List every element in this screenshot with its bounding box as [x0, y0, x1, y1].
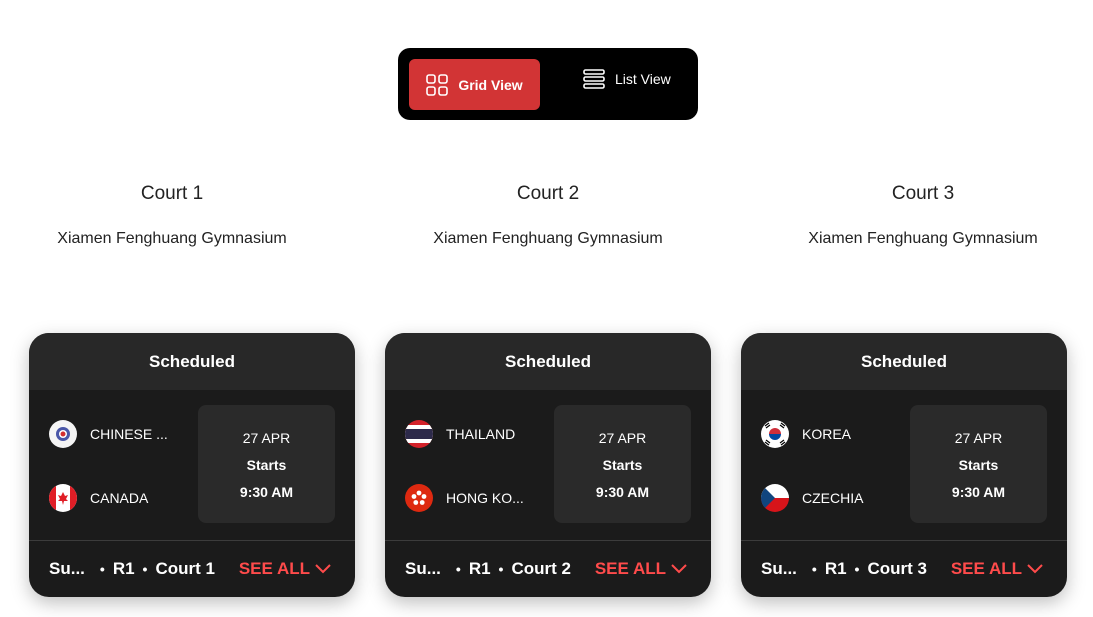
court-venue: Xiamen Fenghuang Gymnasium — [808, 230, 1038, 247]
court-venue: Xiamen Fenghuang Gymnasium — [57, 230, 287, 247]
court-label: Court 3 — [867, 559, 927, 578]
match-card[interactable]: Scheduled CHINESE ... CANADA 27 APR Star… — [29, 333, 355, 597]
korea-flag-icon — [761, 420, 789, 448]
match-card[interactable]: Scheduled KOREA CZECHIA 27 APR Starts 9:… — [741, 333, 1067, 597]
separator-dot: • — [99, 561, 105, 577]
team-row: CANADA — [49, 484, 148, 512]
team-row: THAILAND — [405, 420, 515, 448]
starts-label: Starts — [958, 457, 999, 473]
session-label: Su... — [49, 559, 85, 578]
grid-view-label: Grid View — [458, 76, 523, 93]
grid-view-button[interactable]: Grid View — [409, 59, 540, 110]
divider — [29, 540, 355, 541]
match-time: 9:30 AM — [595, 484, 650, 500]
match-date: 27 APR — [954, 430, 1003, 446]
match-date: 27 APR — [242, 430, 291, 446]
team-name: CANADA — [90, 490, 149, 506]
session-label: Su... — [761, 559, 797, 578]
court-label: Court 2 — [511, 559, 571, 578]
starts-label: Starts — [602, 457, 643, 473]
round-label: R1 — [824, 559, 847, 578]
divider — [741, 540, 1067, 541]
court-title: Court 2 — [516, 183, 580, 204]
match-time: 9:30 AM — [951, 484, 1006, 500]
card-footer: Su... • R1 • Court 1 — [49, 559, 215, 579]
court-title: Court 1 — [140, 183, 204, 204]
list-view-button[interactable]: List View — [583, 66, 671, 92]
match-card[interactable]: Scheduled THAILAND HONG KO... 27 APR Sta… — [385, 333, 711, 597]
match-time-box: 27 APR Starts 9:30 AM — [198, 405, 335, 523]
match-time: 9:30 AM — [239, 484, 294, 500]
session-label: Su... — [405, 559, 441, 578]
card-footer: Su... • R1 • Court 2 — [405, 559, 571, 579]
court-title: Court 3 — [891, 183, 955, 204]
hong-kong-flag-icon — [405, 484, 433, 512]
team-name: CHINESE ... — [90, 426, 168, 442]
match-date: 27 APR — [598, 430, 647, 446]
court-venue: Xiamen Fenghuang Gymnasium — [433, 230, 663, 247]
see-all-label: SEE ALL — [238, 559, 310, 578]
chevron-down-icon — [671, 564, 687, 574]
match-status: Scheduled — [29, 333, 355, 390]
round-label: R1 — [112, 559, 135, 578]
view-toggle: Grid View List View — [398, 48, 698, 120]
team-row: KOREA — [761, 420, 851, 448]
separator-dot: • — [811, 561, 817, 577]
list-view-label: List View — [615, 71, 671, 87]
divider — [385, 540, 711, 541]
chevron-down-icon — [315, 564, 331, 574]
starts-label: Starts — [246, 457, 287, 473]
list-icon — [583, 69, 605, 89]
team-name: CZECHIA — [802, 490, 864, 506]
czechia-flag-icon — [761, 484, 789, 512]
team-row: HONG KO... — [405, 484, 524, 512]
team-row: CZECHIA — [761, 484, 863, 512]
grid-icon — [426, 73, 449, 96]
match-status: Scheduled — [741, 333, 1067, 390]
team-row: CHINESE ... — [49, 420, 168, 448]
court-label: Court 1 — [155, 559, 215, 578]
see-all-label: SEE ALL — [950, 559, 1022, 578]
card-footer: Su... • R1 • Court 3 — [761, 559, 927, 579]
chevron-down-icon — [1027, 564, 1043, 574]
round-label: R1 — [468, 559, 491, 578]
chinese-taipei-flag-icon — [49, 420, 77, 448]
separator-dot: • — [142, 561, 148, 577]
see-all-label: SEE ALL — [594, 559, 666, 578]
thailand-flag-icon — [405, 420, 433, 448]
team-name: HONG KO... — [446, 490, 524, 506]
team-name: KOREA — [802, 426, 852, 442]
canada-flag-icon — [49, 484, 77, 512]
see-all-button[interactable]: SEE ALL — [951, 559, 1043, 579]
see-all-button[interactable]: SEE ALL — [239, 559, 331, 579]
match-time-box: 27 APR Starts 9:30 AM — [910, 405, 1047, 523]
team-name: THAILAND — [446, 426, 516, 442]
see-all-button[interactable]: SEE ALL — [595, 559, 687, 579]
match-time-box: 27 APR Starts 9:30 AM — [554, 405, 691, 523]
separator-dot: • — [854, 561, 860, 577]
match-status: Scheduled — [385, 333, 711, 390]
separator-dot: • — [455, 561, 461, 577]
separator-dot: • — [498, 561, 504, 577]
